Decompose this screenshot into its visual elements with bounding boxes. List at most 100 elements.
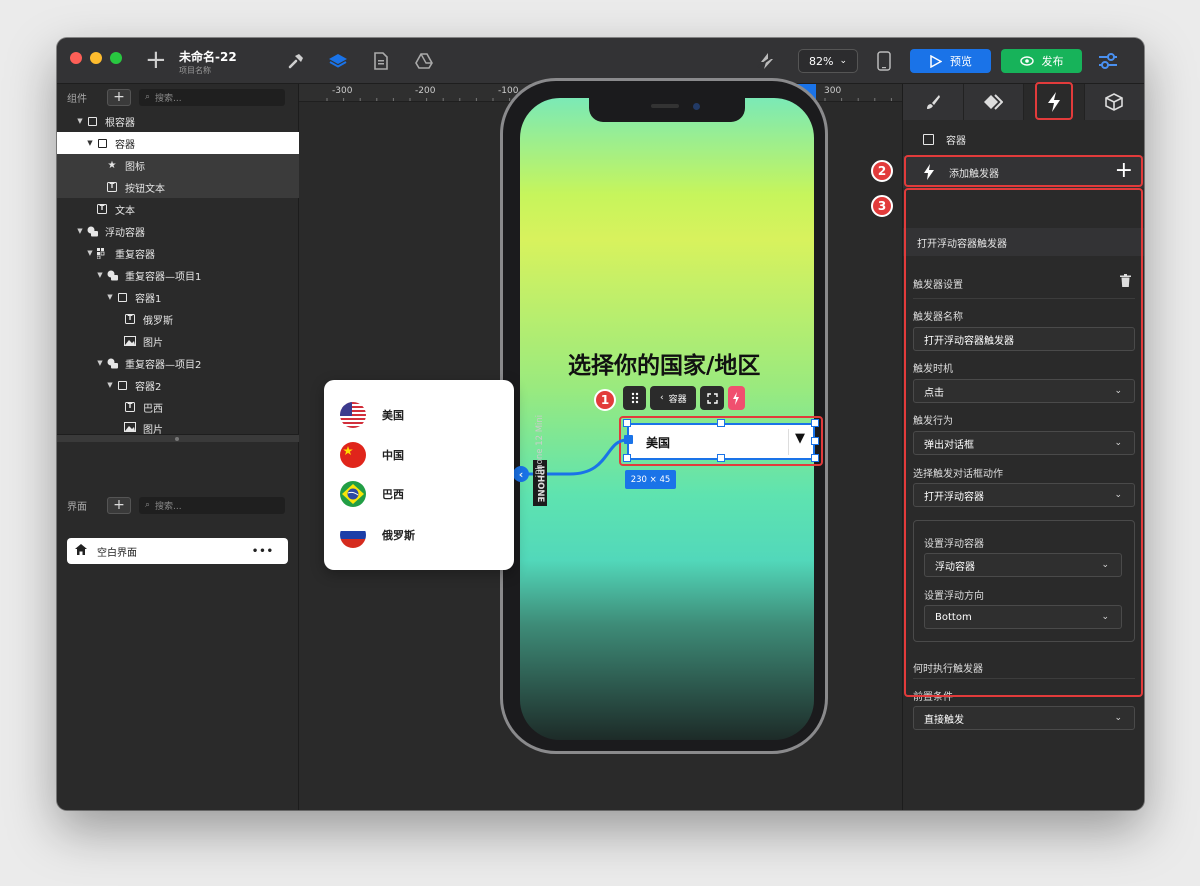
star-icon: ★ [107,159,117,171]
floating-container-icon [85,225,99,237]
layers-icon[interactable] [327,50,349,72]
container-icon [923,134,934,145]
tree-item-image-1[interactable]: 图片 [57,330,299,352]
lightning-toggle-icon[interactable] [756,50,778,72]
step-badge-1: 1 [594,389,616,411]
device-vertical-tag: IPHONE [535,465,545,503]
popup-item-label: 巴西 [382,488,404,501]
tree-item-root-container[interactable]: ▼ 根容器 [57,110,299,132]
popup-item-label: 俄罗斯 [382,529,415,542]
dropdown-divider [788,429,789,455]
tree-item-text[interactable]: T 文本 [57,198,299,220]
components-label: 组件 [67,93,87,105]
us-flag-icon [340,402,366,428]
resize-handle[interactable] [717,419,725,427]
connector-chevron-left-icon[interactable]: ‹ [513,466,529,482]
publish-button[interactable]: 发布 [1001,49,1082,73]
tree-item-repeat-item-2[interactable]: ▼ 重复容器—项目2 [57,352,299,374]
search-icon: ⌕ [145,92,151,102]
ruler-label: -300 [332,86,353,96]
zoom-select[interactable]: 82% ⌄ [798,49,858,73]
trigger-lightning-icon[interactable] [727,386,745,410]
brush-icon [926,95,940,109]
step-badge-2: 2 [871,160,893,182]
tree-item-container-selected[interactable]: ▼ 容器 [57,132,299,154]
tree-item-image-2[interactable]: 图片 [57,418,299,434]
floating-container-icon [105,269,119,281]
tab-style[interactable] [903,84,964,120]
add-component-button[interactable]: + [107,88,131,106]
home-icon [75,544,87,558]
chevron-down-icon: ⌄ [1114,713,1122,723]
tree-item-label: 图片 [143,425,163,434]
tree-item-label: 俄罗斯 [143,315,173,327]
document-icon[interactable] [370,50,392,72]
precondition-select[interactable]: 直接触发 ⌄ [913,706,1135,730]
chevron-down-icon[interactable]: ▼ [75,227,85,235]
tree-item-russia-text[interactable]: T 俄罗斯 [57,308,299,330]
panel-resize-handle[interactable] [57,434,299,442]
project-name[interactable]: 未命名-22 [179,48,237,65]
maximize-window-button[interactable] [110,52,122,64]
container-icon [117,380,127,390]
tree-item-repeat-container[interactable]: ▼ 重复容器 [57,242,299,264]
hammer-icon[interactable] [285,50,307,72]
popup-item-us[interactable]: 美国 [340,402,404,428]
ruler-label: -200 [415,86,436,96]
drive-icon[interactable] [413,50,435,72]
highlight-box-triggers-tab [1035,82,1073,120]
cube-icon [1105,93,1124,111]
new-project-plus-icon[interactable]: + [145,47,167,73]
chevron-down-icon[interactable]: ▼ [85,139,95,147]
screen-heading[interactable]: 选择你的国家/地区 [568,346,760,380]
minimize-window-button[interactable] [90,52,102,64]
floating-container-icon [105,357,119,369]
tab-data[interactable] [1084,84,1144,120]
pages-search-placeholder: 搜索... [155,501,182,512]
tree-item-brazil-text[interactable]: T 巴西 [57,396,299,418]
chevron-down-icon[interactable]: ▼ [95,359,105,367]
chevron-down-icon[interactable]: ▼ [75,117,85,125]
search-icon: ⌕ [145,500,151,510]
more-icon[interactable]: ••• [252,546,274,557]
tree-item-icon[interactable]: ★ 图标 [57,154,299,176]
components-search-placeholder: 搜索... [155,93,182,104]
chevron-down-icon: ⌄ [839,56,847,66]
highlight-box-add-trigger [904,155,1143,187]
pages-search-input[interactable]: ⌕ 搜索... [139,496,285,514]
fit-frame-icon[interactable] [700,386,724,410]
tree-item-repeat-item-1[interactable]: ▼ 重复容器—项目1 [57,264,299,286]
preview-button[interactable]: 预览 [910,49,991,73]
tree-item-container-1[interactable]: ▼ 容器1 [57,286,299,308]
tree-item-button-text[interactable]: T 按钮文本 [57,176,299,198]
resize-handle[interactable] [717,454,725,462]
select-parent-button[interactable]: ‹ 容器 [650,386,697,410]
tree-item-floating-container[interactable]: ▼ 浮动容器 [57,220,299,242]
chevron-down-icon[interactable]: ▼ [105,293,115,301]
page-item-blank[interactable]: 空白界面 ••• [67,538,288,564]
chevron-down-icon[interactable]: ▼ [95,271,105,279]
close-window-button[interactable] [70,52,82,64]
chevron-down-icon[interactable]: ▼ [85,249,95,257]
popup-item-ru[interactable]: 俄罗斯 [340,522,415,548]
chevron-down-icon[interactable]: ▼ [105,381,115,389]
tree-item-container-2[interactable]: ▼ 容器2 [57,374,299,396]
resize-handle[interactable] [811,454,819,462]
precondition-value: 直接触发 [924,714,964,726]
resize-handle[interactable] [811,419,819,427]
resize-handle[interactable] [623,419,631,427]
popup-item-br[interactable]: 巴西 [340,481,404,507]
drag-handle-icon[interactable] [623,386,647,410]
container-icon [117,292,127,302]
add-page-button[interactable]: + [107,496,131,514]
settings-sliders-icon[interactable] [1097,50,1119,72]
components-search-input[interactable]: ⌕ 搜索... [139,88,285,106]
floating-container-popup[interactable]: 美国 中国 巴西 俄罗斯 [324,380,514,570]
preview-label: 预览 [950,55,972,68]
container-icon [87,116,97,126]
tab-interaction[interactable] [963,84,1024,120]
image-icon [123,335,137,347]
device-phone-icon[interactable] [873,50,895,72]
resize-handle[interactable] [811,437,819,445]
popup-item-cn[interactable]: 中国 [340,442,404,468]
